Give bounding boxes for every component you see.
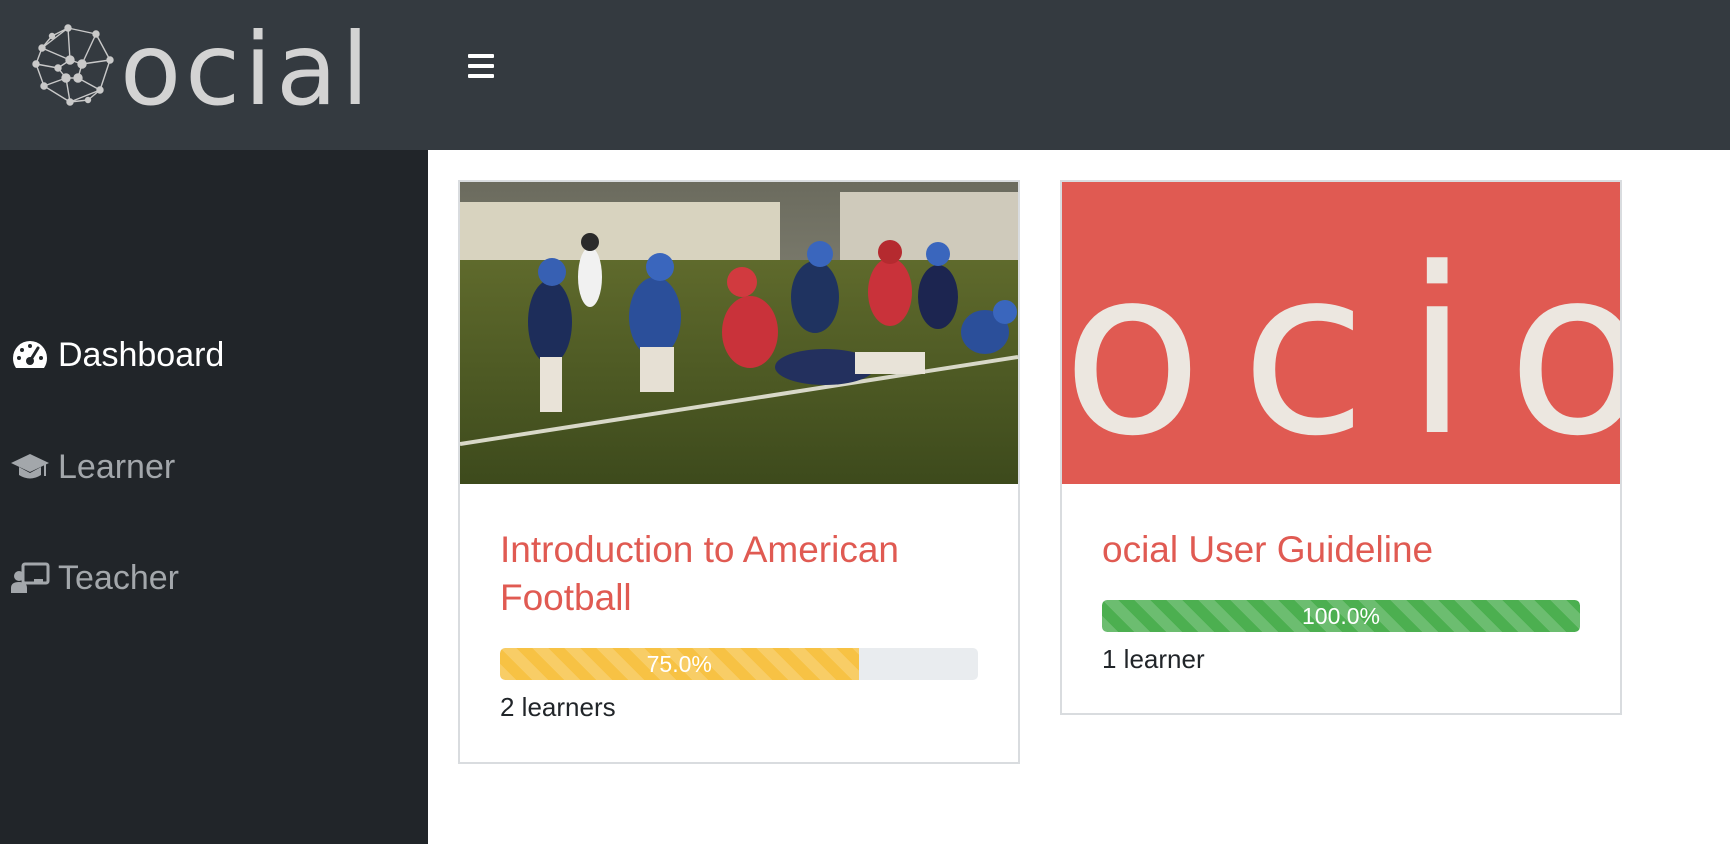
course-progress-bar: 75.0% xyxy=(500,648,978,680)
main-content: Introduction to American Football 75.0% … xyxy=(428,150,1730,844)
sidebar-item-teacher[interactable]: Teacher xyxy=(10,548,179,608)
logo-wordmark: ocial xyxy=(120,20,373,115)
hamburger-icon xyxy=(468,54,494,58)
progress-fill: 75.0% xyxy=(500,648,859,680)
course-card[interactable]: Introduction to American Football 75.0% … xyxy=(458,180,1020,764)
progress-fill: 100.0% xyxy=(1102,600,1580,632)
graduation-cap-icon xyxy=(10,447,50,487)
learner-count: 1 learner xyxy=(1102,644,1205,674)
course-progress-bar: 100.0% xyxy=(1102,600,1580,632)
banner-wordmark: ocio xyxy=(1062,220,1620,484)
course-image-ocial-banner: ocio xyxy=(1062,182,1620,484)
hamburger-menu-button[interactable] xyxy=(468,48,504,84)
sidebar-item-label: Learner xyxy=(58,447,176,486)
ocial-logo[interactable]: ocial xyxy=(30,20,410,115)
sidebar-item-learner[interactable]: Learner xyxy=(10,437,175,497)
sidebar-item-label: Teacher xyxy=(58,558,179,597)
course-card[interactable]: ocio ocial User Guideline 100.0% 1 learn… xyxy=(1060,180,1622,715)
course-title[interactable]: Introduction to American Football xyxy=(500,526,978,622)
chalkboard-teacher-icon xyxy=(10,558,50,598)
top-navbar: ocial xyxy=(0,0,1730,150)
course-title[interactable]: ocial User Guideline xyxy=(1102,526,1580,574)
sidebar-item-label: Dashboard xyxy=(58,335,225,374)
learner-count: 2 learners xyxy=(500,692,616,722)
dashboard-gauge-icon xyxy=(10,335,50,375)
sidebar-item-dashboard[interactable]: Dashboard xyxy=(10,325,224,385)
network-logo-icon xyxy=(32,24,114,106)
course-image-american-football xyxy=(460,182,1018,484)
sidebar: Dashboard Learner Teacher xyxy=(0,150,428,844)
